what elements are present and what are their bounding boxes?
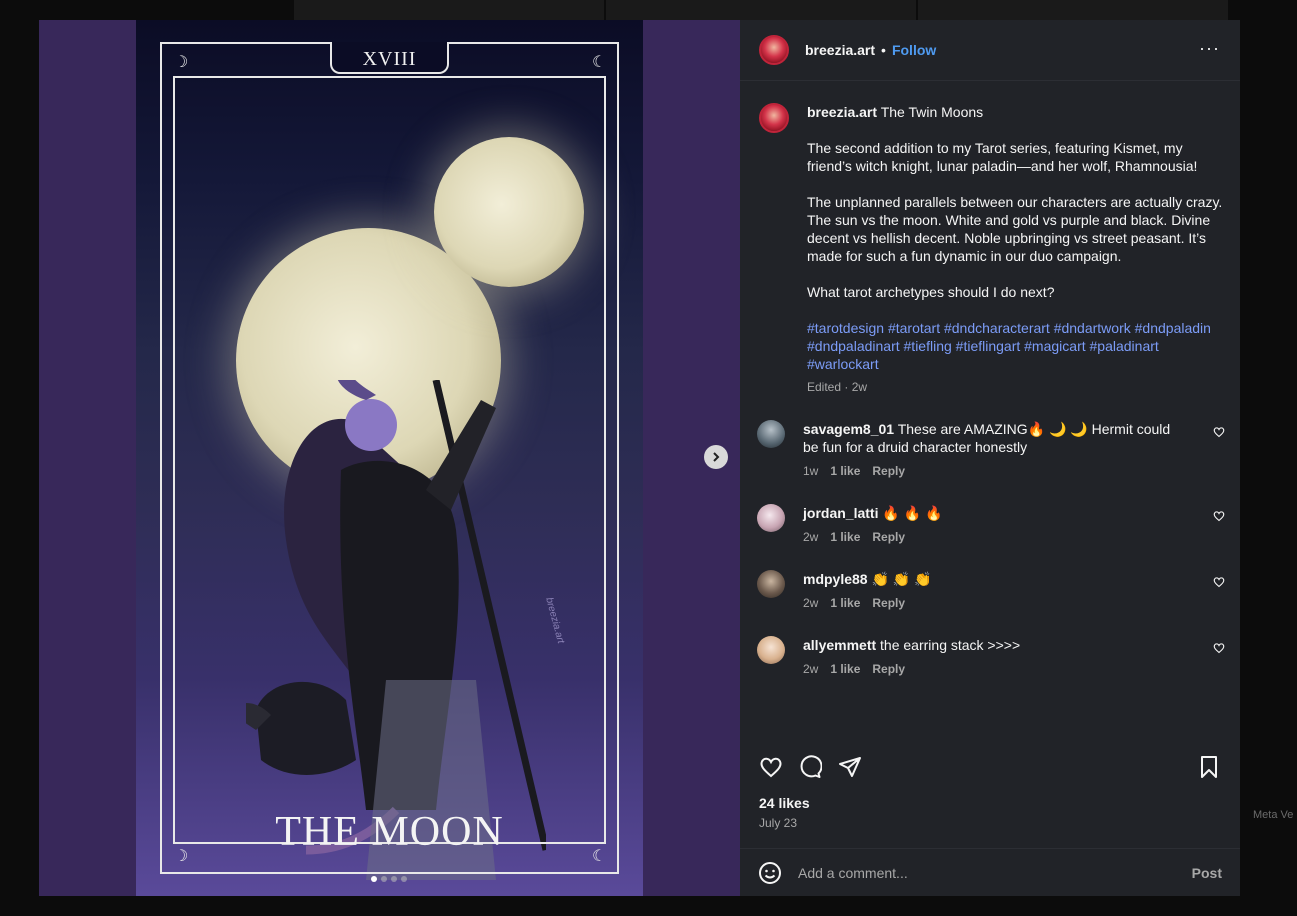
caption-edited-time: Edited · 2w (807, 380, 868, 394)
commenter-avatar[interactable] (757, 420, 785, 448)
bookmark-icon[interactable] (1197, 755, 1221, 779)
comment-reply-button[interactable]: Reply (872, 594, 905, 612)
like-comment-heart-icon[interactable] (1213, 642, 1225, 654)
follow-button[interactable]: Follow (892, 42, 936, 58)
comment-reply-button[interactable]: Reply (872, 462, 905, 480)
crescent-moon-icon: ☾ (592, 54, 607, 71)
crescent-moon-icon: ☽ (174, 54, 189, 71)
carousel-dot (401, 876, 407, 882)
commenter-avatar[interactable] (757, 636, 785, 664)
post-header: breezia.art • Follow ··· (740, 20, 1240, 81)
comment-item: mdpyle88 👏 👏 👏 2w 1 like Reply (757, 570, 1227, 612)
commenter-avatar[interactable] (757, 504, 785, 532)
add-comment-bar: Post (740, 848, 1240, 896)
caption-author-avatar[interactable] (759, 103, 789, 133)
comment-username[interactable]: savagem8_01 (803, 421, 894, 437)
comment-time: 2w (803, 596, 819, 610)
background-thumbnail-strip (294, 0, 1228, 20)
chevron-right-icon (713, 452, 720, 462)
comment-text: 👏 👏 👏 (871, 571, 932, 587)
comment-reply-button[interactable]: Reply (872, 528, 905, 546)
caption-paragraph: The second addition to my Tarot series, … (807, 140, 1198, 174)
like-comment-heart-icon[interactable] (1213, 426, 1225, 438)
comment-time: 2w (803, 662, 819, 676)
caption-paragraph: What tarot archetypes should I do next? (807, 284, 1055, 300)
comment-username[interactable]: mdpyle88 (803, 571, 868, 587)
comment-likes[interactable]: 1 like (830, 660, 860, 678)
carousel-dot (381, 876, 387, 882)
more-options-icon[interactable]: ··· (1199, 38, 1220, 59)
comment-username[interactable]: allyemmett (803, 637, 876, 653)
caption-paragraph: The unplanned parallels between our char… (807, 194, 1223, 264)
caption-title: The Twin Moons (880, 104, 984, 120)
post-modal: XVIII ☽ ☾ ☽ ☾ breezia.art THE MOON breez… (39, 20, 1240, 896)
card-title: THE MOON (275, 809, 504, 855)
post-action-bar (759, 755, 1221, 779)
comment-username[interactable]: jordan_latti (803, 505, 878, 521)
artwork-image: XVIII ☽ ☾ ☽ ☾ breezia.art THE MOON (136, 20, 643, 896)
comment-input[interactable] (798, 864, 1168, 881)
share-send-icon[interactable] (838, 755, 862, 779)
post-date: July 23 (759, 816, 798, 830)
caption-text: breezia.art The Twin Moons The second ad… (807, 103, 1227, 396)
carousel-indicator (371, 876, 407, 882)
comment-time: 1w (803, 464, 819, 478)
comment-bubble-icon[interactable] (798, 755, 822, 779)
comment-item: allyemmett the earring stack >>>> 2w 1 li… (757, 636, 1227, 678)
like-heart-icon[interactable] (759, 755, 783, 779)
like-comment-heart-icon[interactable] (1213, 510, 1225, 522)
comment-likes[interactable]: 1 like (830, 528, 860, 546)
comment-time: 2w (803, 530, 819, 544)
like-comment-heart-icon[interactable] (1213, 576, 1225, 588)
comment-likes[interactable]: 1 like (830, 594, 860, 612)
caption-hashtags[interactable]: #tarotdesign #tarotart #dndcharacterart … (807, 319, 1227, 373)
likes-count[interactable]: 24 likes (759, 795, 810, 811)
post-caption: breezia.art The Twin Moons The second ad… (759, 103, 1229, 396)
comment-item: jordan_latti 🔥 🔥 🔥 2w 1 like Reply (757, 504, 1227, 546)
comment-item: savagem8_01 These are AMAZING🔥 🌙 🌙 Hermi… (757, 420, 1227, 480)
author-avatar[interactable] (759, 35, 789, 65)
comment-reply-button[interactable]: Reply (872, 660, 905, 678)
commenter-avatar[interactable] (757, 570, 785, 598)
card-inner-frame (173, 76, 606, 844)
meta-footer-text: Meta Ve (1253, 809, 1294, 821)
caption-username[interactable]: breezia.art (807, 104, 877, 120)
card-numeral: XVIII (362, 48, 417, 70)
carousel-dot (371, 876, 377, 882)
comment-likes[interactable]: 1 like (830, 462, 860, 480)
carousel-dot (391, 876, 397, 882)
comment-text: the earring stack >>>> (880, 637, 1021, 653)
separator-dot: • (881, 42, 886, 58)
post-side-panel: breezia.art • Follow ··· breezia.art The… (740, 20, 1240, 896)
emoji-icon[interactable] (758, 861, 782, 885)
post-comment-button[interactable]: Post (1192, 865, 1222, 881)
comment-text: 🔥 🔥 🔥 (882, 505, 943, 521)
next-slide-button[interactable] (704, 445, 728, 469)
author-username[interactable]: breezia.art (805, 42, 875, 58)
post-media: XVIII ☽ ☾ ☽ ☾ breezia.art THE MOON (39, 20, 740, 896)
